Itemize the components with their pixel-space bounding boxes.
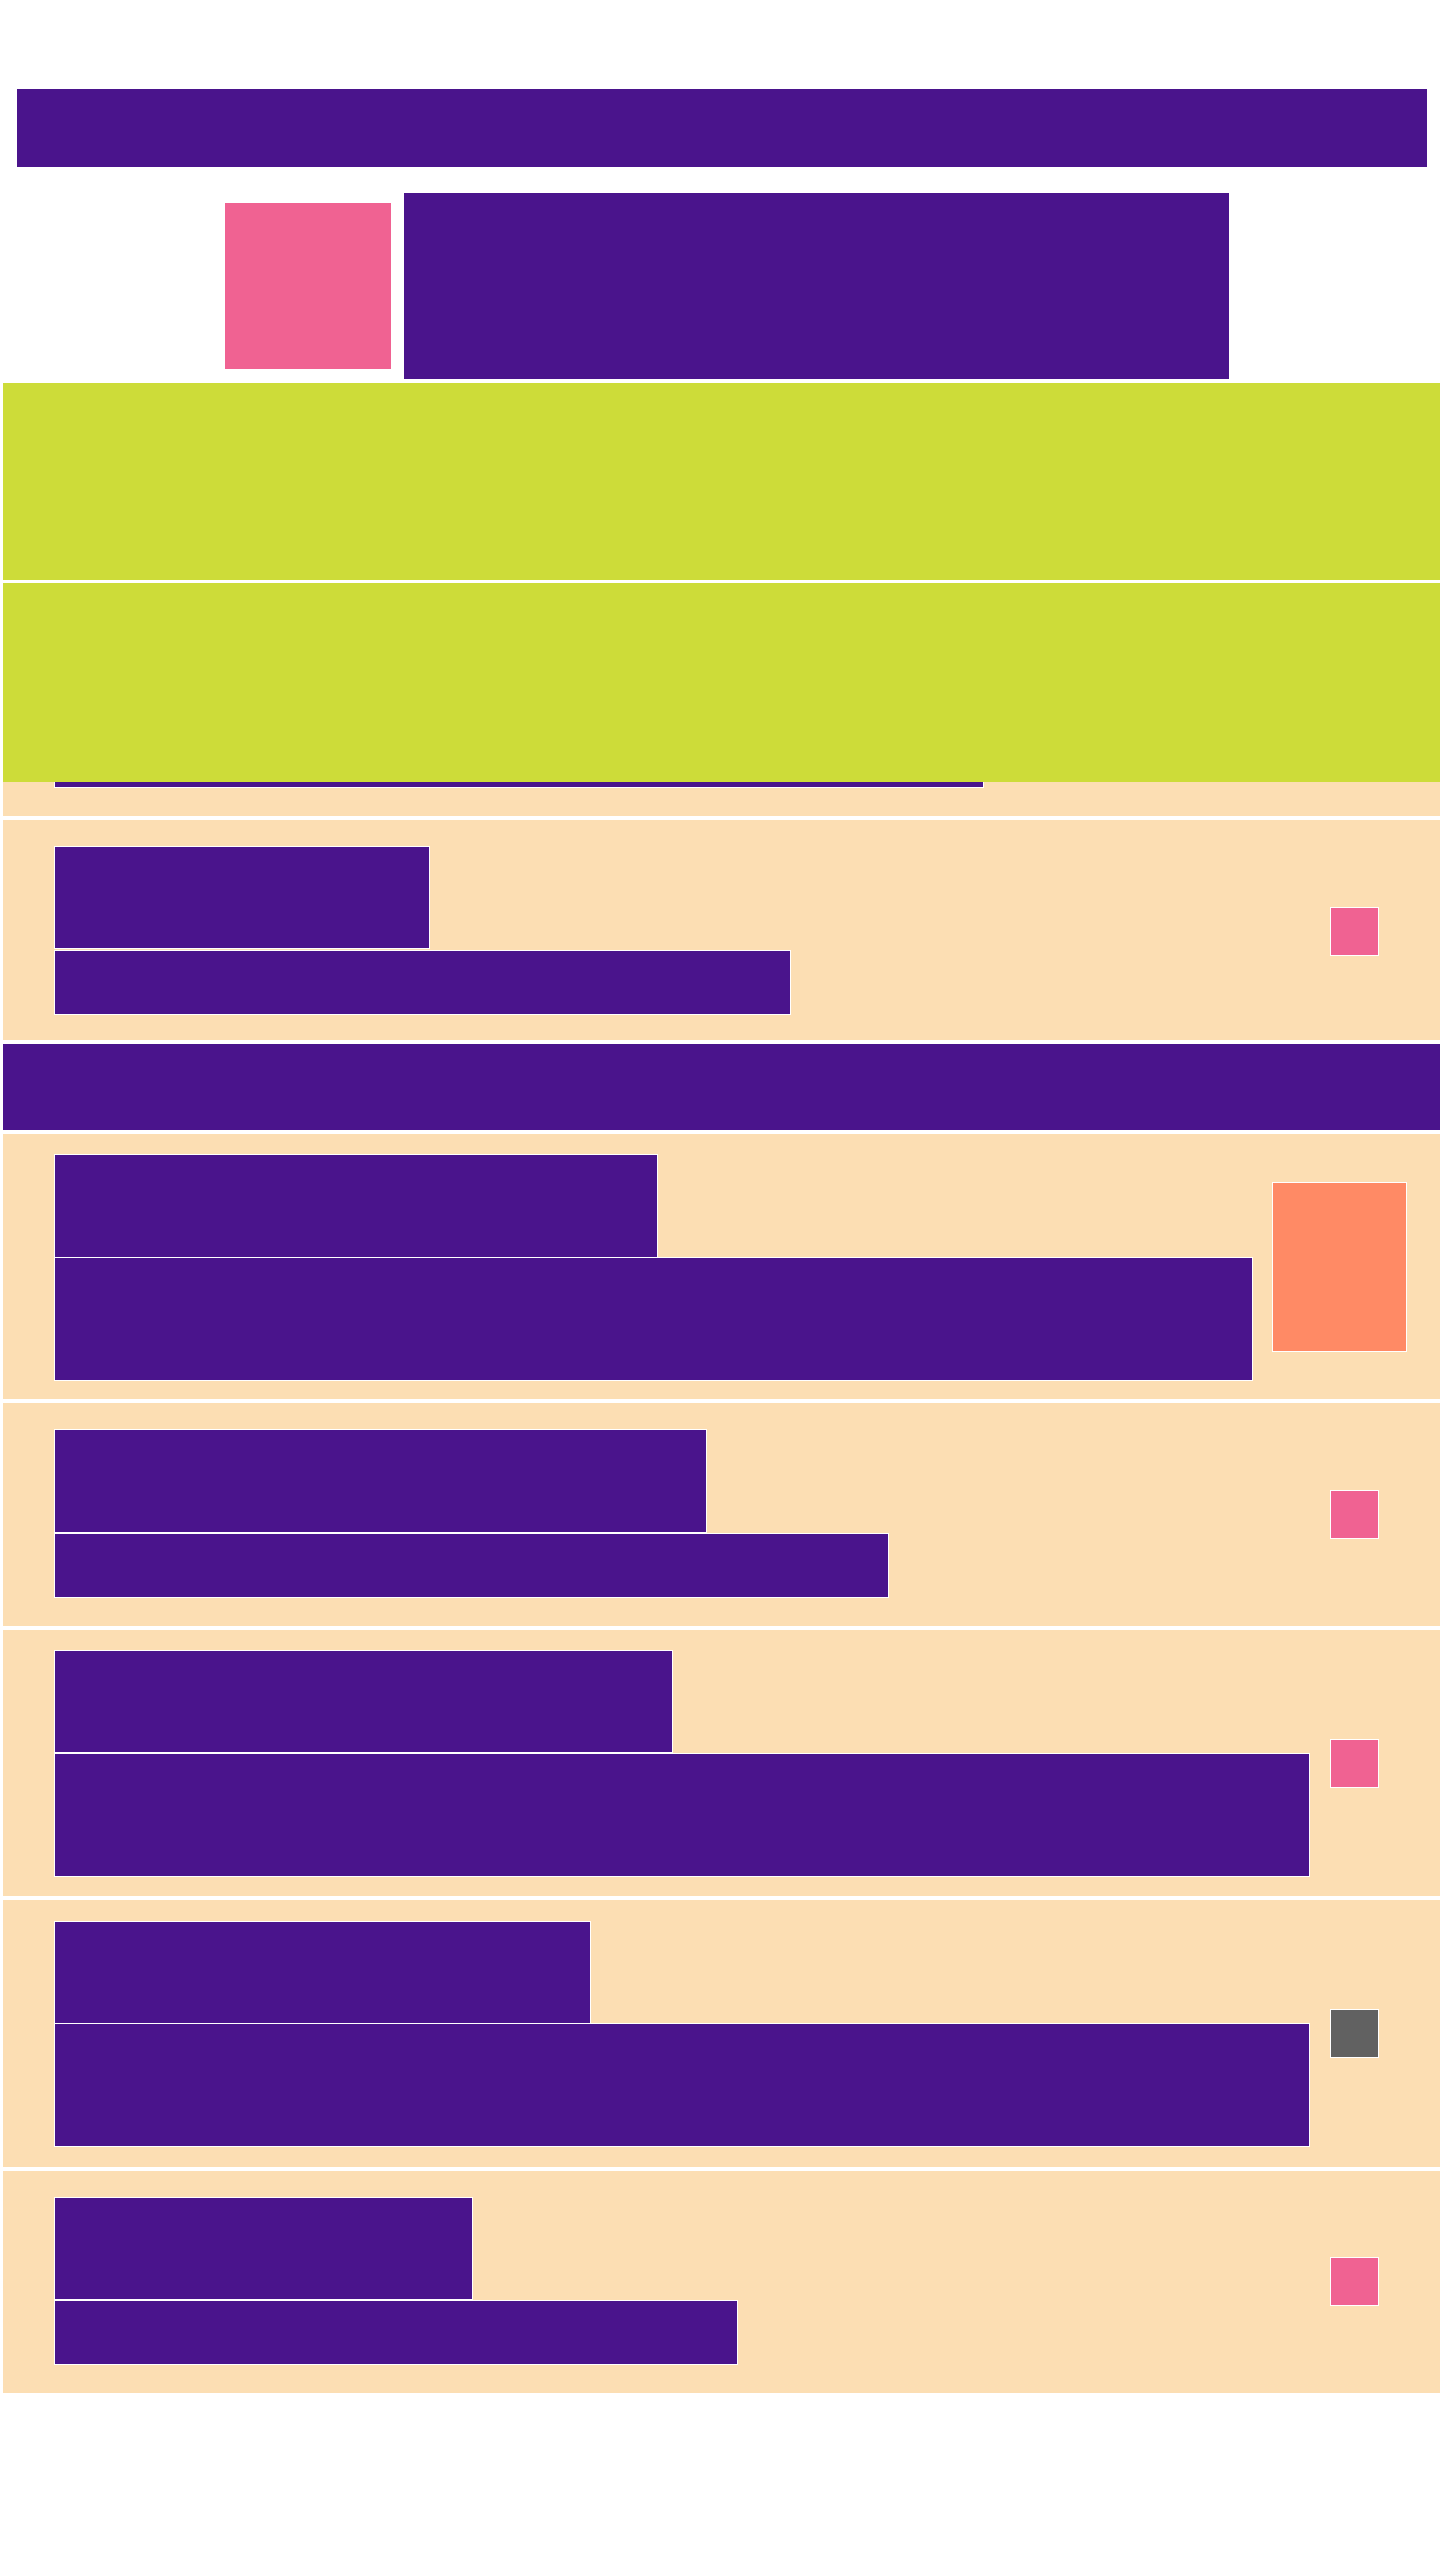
thumbnail[interactable]	[1272, 1182, 1407, 1352]
app-bar	[16, 88, 1428, 168]
status-badge	[1330, 1490, 1379, 1539]
list-item-subtitle	[54, 1257, 1253, 1381]
list-item-title	[54, 1650, 673, 1753]
status-badge	[1330, 2009, 1379, 2058]
list-item-title	[54, 2197, 473, 2300]
list-item-title	[54, 1429, 707, 1533]
banner[interactable]	[3, 383, 1440, 580]
list-item-subtitle	[54, 2023, 1310, 2147]
status-badge	[1330, 2257, 1379, 2306]
list-item-subtitle	[54, 1533, 889, 1598]
list-item-title	[54, 1921, 591, 2024]
list-item-subtitle	[54, 950, 791, 1015]
status-badge	[1330, 1739, 1379, 1788]
status-badge	[1330, 907, 1379, 956]
header-subtitle	[403, 192, 1230, 380]
logo-icon[interactable]	[224, 202, 392, 370]
list-item-title	[54, 1154, 658, 1258]
list-item-title	[54, 846, 430, 949]
list-item-subtitle	[54, 2300, 738, 2365]
list-item-subtitle	[54, 1753, 1310, 1877]
section-header	[3, 1044, 1440, 1130]
banner[interactable]	[3, 583, 1440, 782]
